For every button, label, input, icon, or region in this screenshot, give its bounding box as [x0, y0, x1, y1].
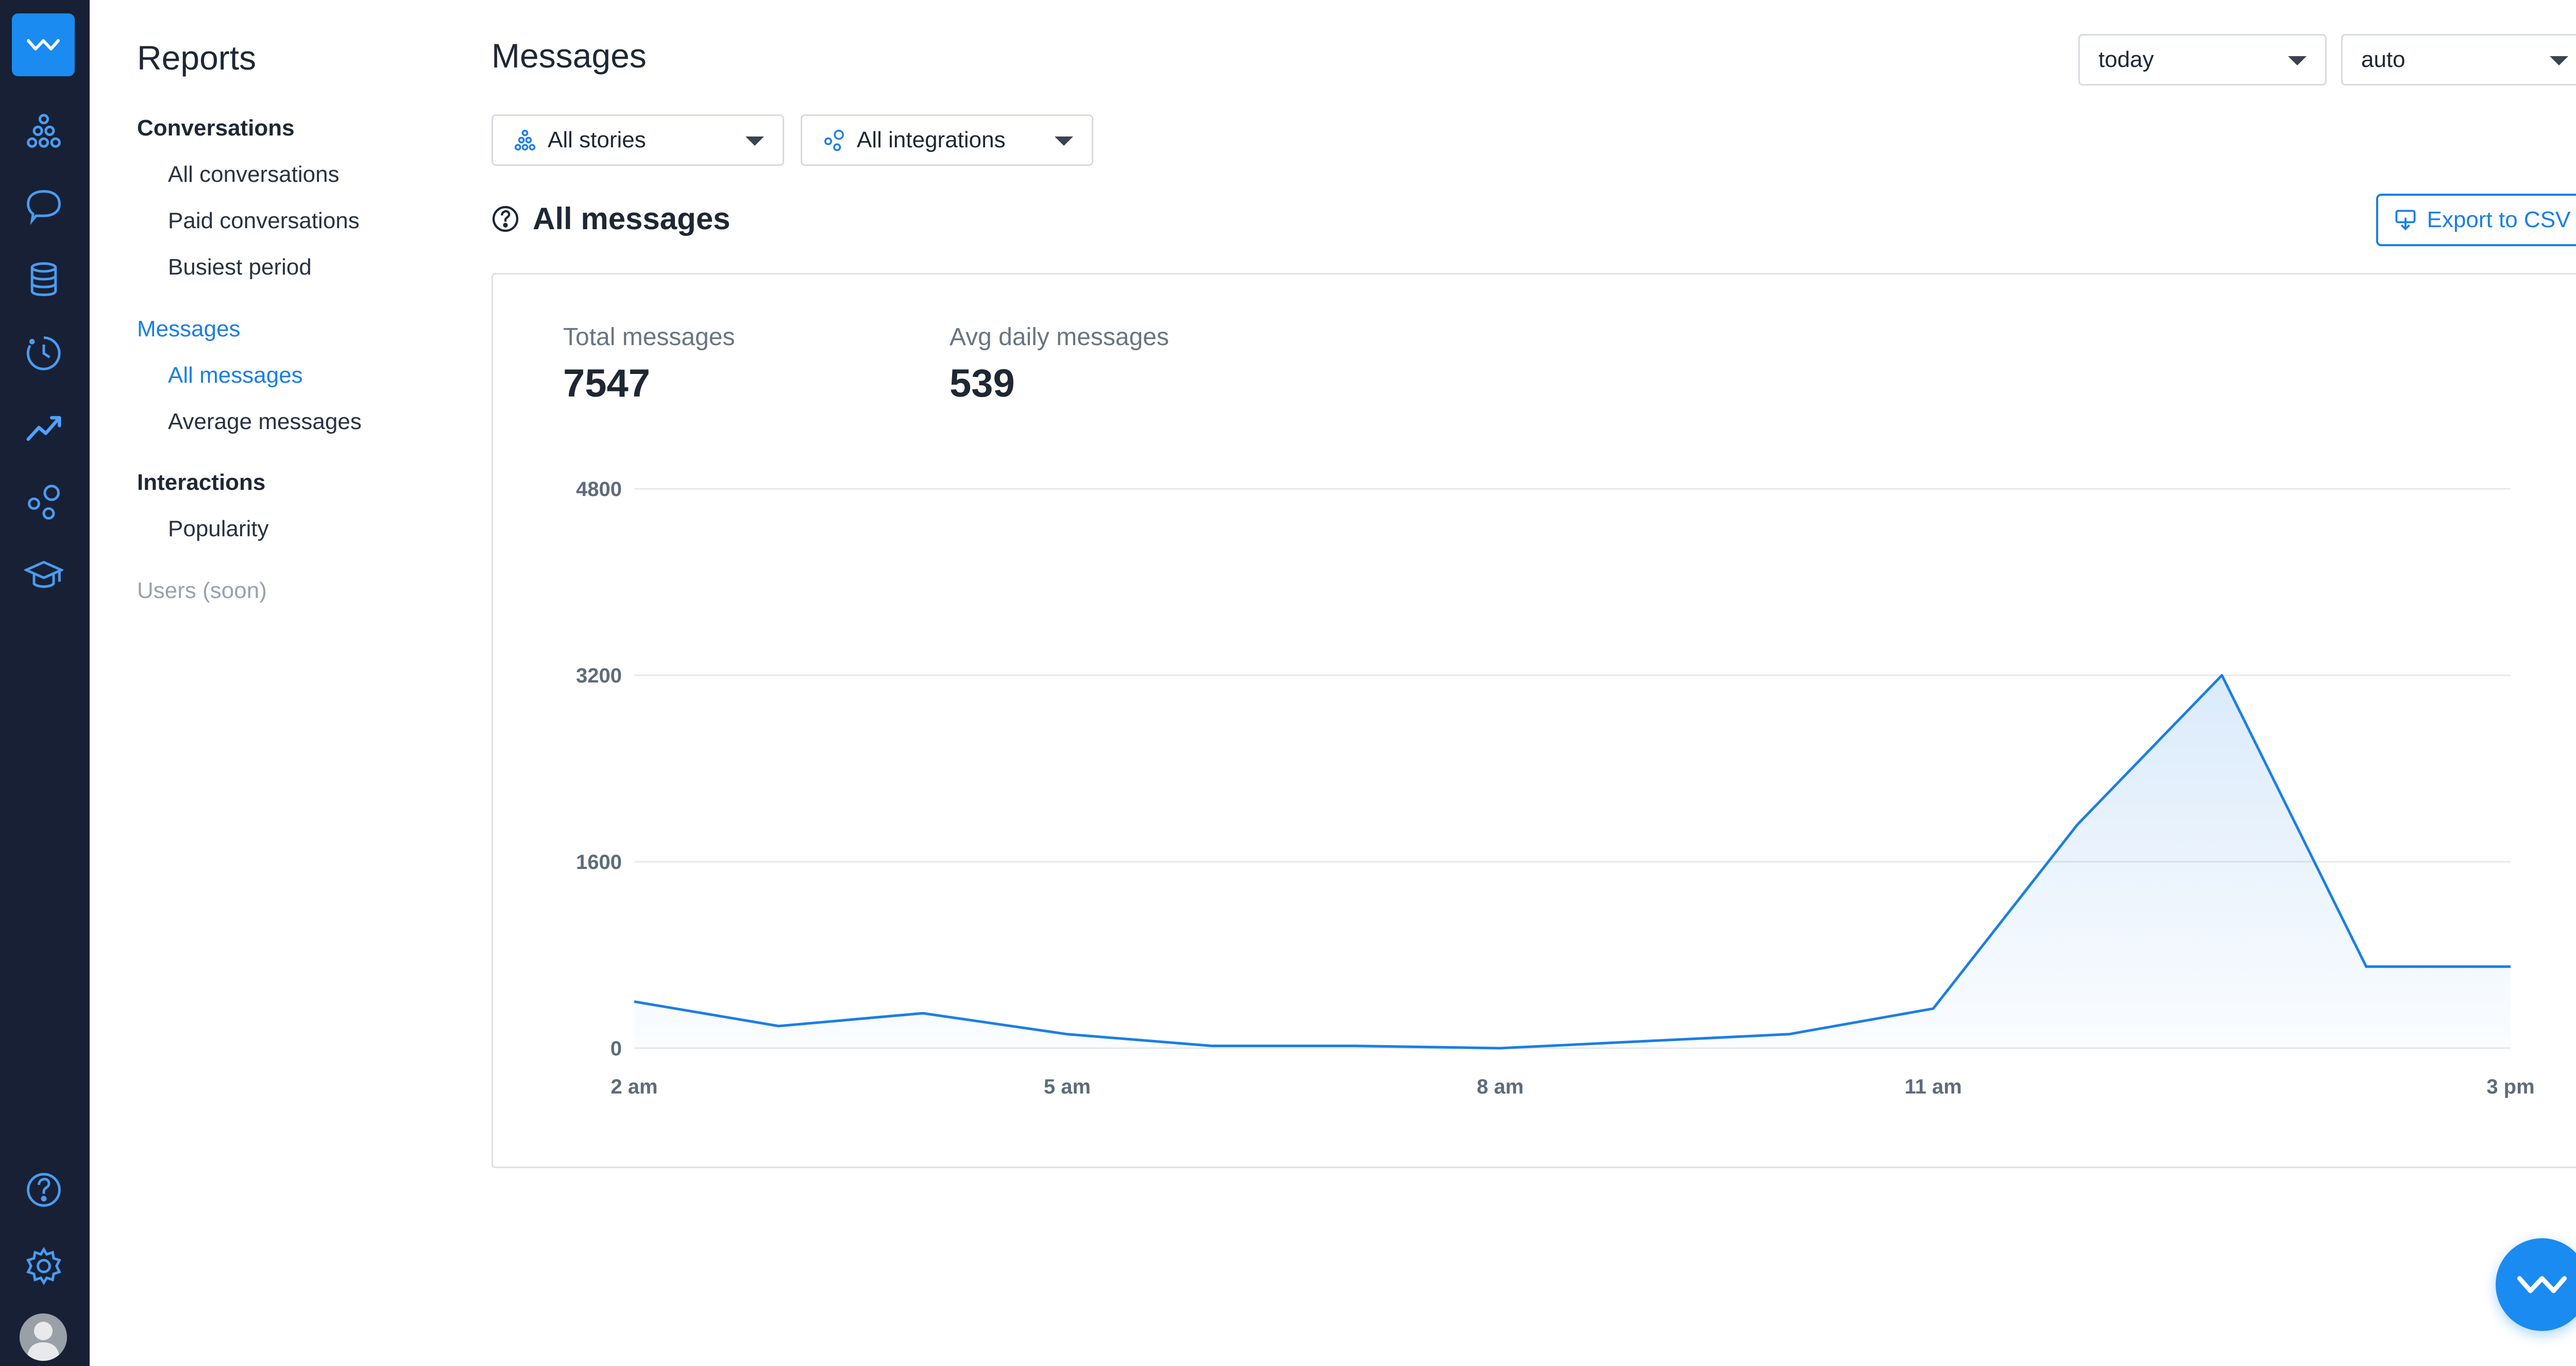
- section-title: All messages: [492, 201, 731, 236]
- chevron-down-icon: [1055, 136, 1073, 146]
- subnav-group-users: Users (soon): [137, 578, 267, 603]
- messages-card: Total messages 7547 Avg daily messages 5…: [492, 273, 2576, 1168]
- icon-rail: [0, 0, 90, 1366]
- subnav-title: Reports: [137, 39, 257, 77]
- settings-icon[interactable]: [19, 1241, 69, 1291]
- integrations-icon: [821, 127, 848, 153]
- subnav-group-conversations[interactable]: Conversations: [137, 115, 295, 141]
- subnav-item-all-messages[interactable]: All messages: [168, 363, 303, 388]
- integrations-icon[interactable]: [19, 477, 69, 526]
- section-title-text: All messages: [533, 201, 731, 236]
- chat-widget-icon: [2517, 1276, 2567, 1293]
- y-tick-label: 4800: [576, 478, 622, 501]
- y-tick-label: 3200: [576, 664, 622, 687]
- database-icon[interactable]: [19, 254, 69, 304]
- stories-filter[interactable]: All stories: [492, 114, 784, 166]
- help-icon[interactable]: [19, 1165, 69, 1215]
- x-axis-ticks: 2 am 5 am 8 am 11 am 3 pm: [611, 1075, 2534, 1098]
- granularity-select[interactable]: auto: [2341, 34, 2576, 86]
- subnav-item-paid-conversations[interactable]: Paid conversations: [168, 208, 360, 234]
- help-icon[interactable]: [492, 205, 519, 233]
- chevron-down-icon: [2550, 56, 2568, 65]
- avatar[interactable]: [20, 1313, 67, 1361]
- reports-icon[interactable]: [19, 403, 69, 452]
- reports-subnav: Reports Conversations All conversations …: [90, 0, 481, 1366]
- download-icon: [2395, 210, 2416, 231]
- subnav-item-average-messages[interactable]: Average messages: [168, 409, 362, 435]
- messages-chart: 0 1600 3200 4800 2 am 5 am 8 am 11 am 3 pm: [576, 478, 2535, 1098]
- stories-icon[interactable]: [19, 106, 69, 156]
- chat-widget-button[interactable]: [2496, 1238, 2576, 1331]
- chat-icon[interactable]: [19, 181, 69, 231]
- x-tick-label: 2 am: [611, 1075, 657, 1098]
- subnav-item-all-conversations[interactable]: All conversations: [168, 162, 340, 187]
- subnav-item-popularity[interactable]: Popularity: [168, 516, 269, 542]
- x-tick-label: 11 am: [1905, 1075, 1962, 1098]
- subnav-item-busiest-period[interactable]: Busiest period: [168, 254, 312, 280]
- app-logo-icon[interactable]: [12, 13, 75, 76]
- y-axis-ticks: 0 1600 3200 4800: [576, 478, 622, 1060]
- period-select[interactable]: today: [2078, 34, 2327, 86]
- academy-icon[interactable]: [19, 551, 69, 601]
- granularity-select-value: auto: [2361, 47, 2405, 72]
- subnav-group-messages[interactable]: Messages: [137, 316, 241, 342]
- y-tick-label: 0: [611, 1037, 622, 1060]
- x-tick-label: 3 pm: [2486, 1075, 2534, 1098]
- period-select-value: today: [2098, 47, 2154, 72]
- page-title: Messages: [492, 37, 647, 75]
- x-tick-label: 5 am: [1044, 1075, 1091, 1098]
- stories-icon: [512, 127, 538, 153]
- stories-filter-value: All stories: [548, 127, 646, 152]
- x-tick-label: 8 am: [1477, 1075, 1523, 1098]
- integrations-filter-value: All integrations: [857, 127, 1006, 152]
- history-icon[interactable]: [19, 329, 69, 378]
- subnav-group-interactions[interactable]: Interactions: [137, 470, 265, 496]
- y-tick-label: 1600: [576, 851, 622, 874]
- chevron-down-icon: [745, 136, 764, 146]
- integrations-filter[interactable]: All integrations: [801, 114, 1093, 166]
- export-csv-button[interactable]: Export to CSV: [2376, 194, 2576, 246]
- chevron-down-icon: [2288, 56, 2307, 65]
- export-csv-label: Export to CSV: [2427, 207, 2571, 232]
